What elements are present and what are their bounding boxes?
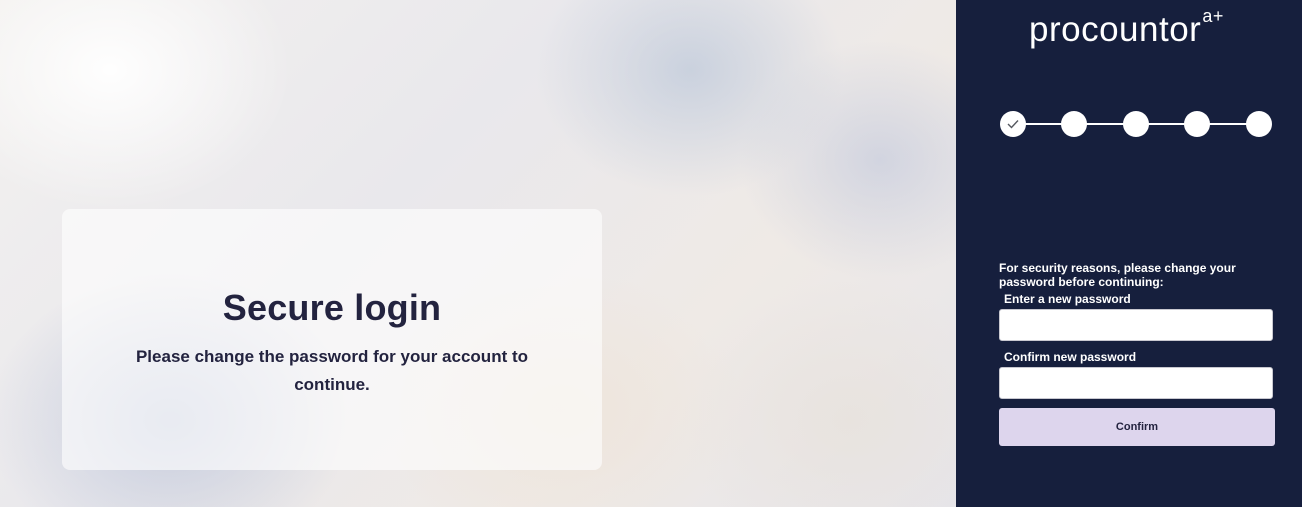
progress-steps xyxy=(1000,110,1272,138)
confirm-password-input[interactable] xyxy=(999,367,1273,399)
confirm-password-label: Confirm new password xyxy=(1004,350,1137,364)
check-icon xyxy=(1007,120,1019,129)
step-4 xyxy=(1184,111,1210,137)
step-5 xyxy=(1246,111,1272,137)
page-title: Secure login xyxy=(222,287,442,328)
new-password-input[interactable] xyxy=(999,309,1273,341)
info-message: Please change the password for your acco… xyxy=(135,347,529,394)
confirm-button[interactable]: Confirm xyxy=(999,408,1275,446)
step-2 xyxy=(1061,111,1087,137)
info-card: Secure login Please change the password … xyxy=(62,209,602,470)
logo-superscript: a+ xyxy=(1202,6,1224,27)
step-3 xyxy=(1123,111,1149,137)
procountor-logo: procountora+ xyxy=(1029,6,1224,50)
security-notice: For security reasons, please change your… xyxy=(999,261,1236,289)
new-password-label: Enter a new password xyxy=(1004,292,1131,306)
step-1-completed xyxy=(1000,111,1026,137)
logo-text: procountor xyxy=(1029,10,1202,49)
login-panel: procountora+ For security reasons, pleas… xyxy=(956,0,1302,507)
change-password-form: For security reasons, please change your… xyxy=(999,261,1275,446)
